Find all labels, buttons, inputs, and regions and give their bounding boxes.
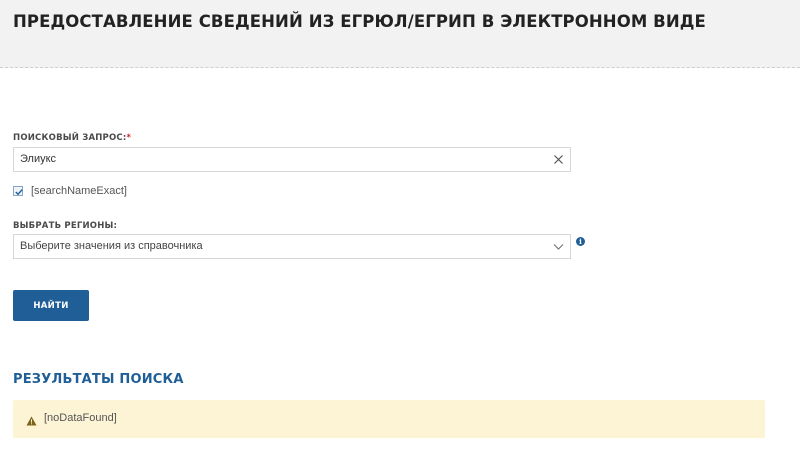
search-field[interactable] — [13, 147, 571, 172]
no-results-message: [noDataFound] — [44, 412, 117, 424]
regions-select[interactable]: Выберите значения из справочника — [13, 234, 571, 259]
regions-placeholder: Выберите значения из справочника — [20, 240, 203, 252]
search-label: ПОИСКОВЫЙ ЗАПРОС:* — [13, 133, 131, 143]
checkmark-icon — [15, 188, 23, 195]
page-title: ПРЕДОСТАВЛЕНИЕ СВЕДЕНИЙ ИЗ ЕГРЮЛ/ЕГРИП В… — [13, 12, 706, 31]
exact-match-option[interactable]: [searchNameExact] — [13, 184, 127, 197]
page-header: ПРЕДОСТАВЛЕНИЕ СВЕДЕНИЙ ИЗ ЕГРЮЛ/ЕГРИП В… — [0, 0, 800, 68]
exact-match-checkbox[interactable] — [13, 185, 23, 196]
info-icon[interactable]: i — [576, 237, 585, 246]
regions-label: ВЫБРАТЬ РЕГИОНЫ: — [13, 221, 118, 231]
chevron-down-icon[interactable] — [553, 242, 564, 254]
no-results-alert: [noDataFound] — [13, 400, 765, 438]
warning-icon — [26, 413, 37, 431]
results-title: РЕЗУЛЬТАТЫ ПОИСКА — [13, 372, 184, 387]
find-button[interactable]: НАЙТИ — [13, 290, 89, 321]
required-mark: * — [126, 133, 132, 143]
search-input[interactable] — [20, 148, 540, 171]
close-icon[interactable] — [552, 153, 565, 166]
search-label-text: ПОИСКОВЫЙ ЗАПРОС: — [13, 133, 127, 143]
exact-match-label: [searchNameExact] — [31, 184, 127, 197]
